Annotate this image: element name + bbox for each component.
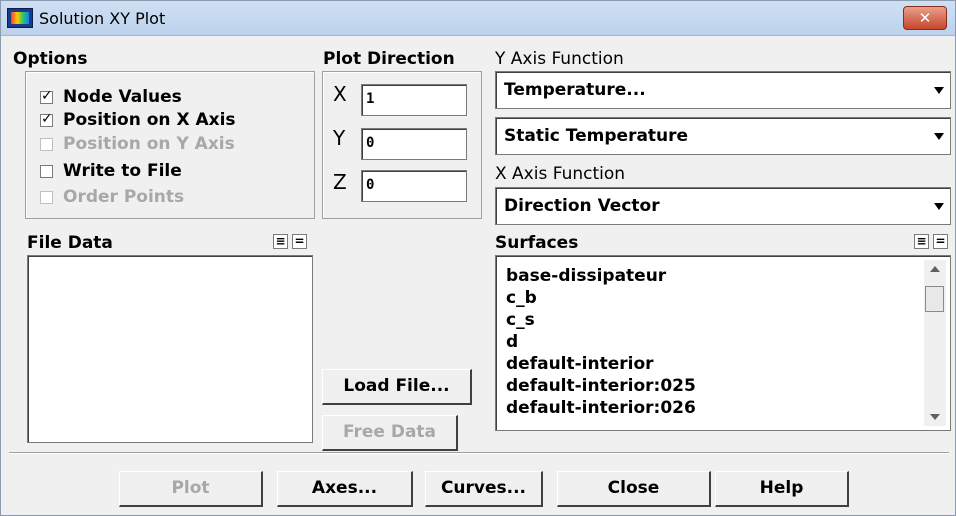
checkbox-label: Node Values xyxy=(63,87,182,107)
y-axis-category-select[interactable]: Temperature... xyxy=(495,71,951,109)
y-direction-input[interactable]: 0 xyxy=(361,128,467,160)
checkbox-label: Order Points xyxy=(63,187,185,207)
title-bar[interactable]: Solution XY Plot ✕ xyxy=(1,1,955,36)
plot-button: Plot xyxy=(119,471,263,507)
file-data-list[interactable] xyxy=(27,255,313,443)
plot-direction-group: X 1 Y 0 Z 0 xyxy=(322,71,482,219)
dropdown-arrow-icon[interactable] xyxy=(934,87,944,94)
write-to-file-checkbox[interactable]: Write to File xyxy=(40,160,182,182)
checkbox-label: Position on Y Axis xyxy=(63,134,235,154)
surfaces-list[interactable]: base-dissipateur c_b c_s d default-inter… xyxy=(495,255,951,431)
position-on-x-axis-checkbox[interactable]: Position on X Axis xyxy=(40,109,236,131)
y-axis-function-label: Y Axis Function xyxy=(495,49,624,69)
axes-button[interactable]: Axes... xyxy=(277,471,413,507)
close-button[interactable]: Close xyxy=(557,471,711,507)
dropdown-arrow-icon[interactable] xyxy=(934,203,944,210)
x-direction-input[interactable]: 1 xyxy=(361,84,467,116)
free-data-button: Free Data xyxy=(322,415,458,451)
node-values-checkbox[interactable]: Node Values xyxy=(40,86,182,108)
close-window-icon[interactable]: ✕ xyxy=(903,6,947,30)
select-all-icon[interactable]: ≡ xyxy=(914,234,929,249)
help-button[interactable]: Help xyxy=(715,471,849,507)
options-label: Options xyxy=(13,49,88,69)
dropdown-arrow-icon[interactable] xyxy=(934,133,944,140)
fluent-app-icon xyxy=(7,8,33,28)
checkbox-label: Write to File xyxy=(63,161,182,181)
surfaces-scrollbar[interactable] xyxy=(924,260,946,426)
checkbox-box[interactable] xyxy=(40,111,53,127)
order-points-checkbox: Order Points xyxy=(40,186,184,208)
list-item[interactable]: c_s xyxy=(506,310,535,330)
curves-button[interactable]: Curves... xyxy=(425,471,543,507)
list-item[interactable]: base-dissipateur xyxy=(506,266,666,286)
selected-value: Direction Vector xyxy=(504,196,660,216)
deselect-all-icon[interactable]: = xyxy=(933,234,948,249)
deselect-all-icon[interactable]: = xyxy=(292,234,307,249)
list-item[interactable]: c_b xyxy=(506,288,537,308)
dialog-window: Solution XY Plot ✕ Options Node Values P… xyxy=(0,0,956,516)
separator xyxy=(9,452,949,454)
window-title: Solution XY Plot xyxy=(39,9,166,28)
x-direction-label: X xyxy=(333,82,347,106)
scroll-thumb[interactable] xyxy=(925,286,944,312)
checkbox-box[interactable] xyxy=(40,164,53,178)
select-all-icon[interactable]: ≡ xyxy=(273,234,288,249)
y-axis-quantity-select[interactable]: Static Temperature xyxy=(495,117,951,155)
scroll-up-arrow-icon[interactable] xyxy=(930,266,940,272)
checkbox-box xyxy=(40,190,53,204)
z-direction-input[interactable]: 0 xyxy=(361,170,467,202)
list-item[interactable]: default-interior:025 xyxy=(506,376,696,396)
selected-value: Static Temperature xyxy=(504,126,689,146)
scroll-down-arrow-icon[interactable] xyxy=(930,414,940,420)
list-item[interactable]: default-interior xyxy=(506,354,654,374)
file-data-label: File Data xyxy=(27,233,113,253)
checkbox-box xyxy=(40,137,53,151)
checkbox-box[interactable] xyxy=(40,88,53,104)
plot-direction-label: Plot Direction xyxy=(323,49,455,69)
load-file-button[interactable]: Load File... xyxy=(322,369,472,405)
list-item[interactable]: default-interior:026 xyxy=(506,398,696,418)
surfaces-label: Surfaces xyxy=(495,233,579,253)
checkbox-label: Position on X Axis xyxy=(63,110,236,130)
x-axis-function-label: X Axis Function xyxy=(495,164,626,184)
position-on-y-axis-checkbox: Position on Y Axis xyxy=(40,133,235,155)
selected-value: Temperature... xyxy=(504,80,646,100)
list-item[interactable]: d xyxy=(506,332,518,352)
y-direction-label: Y xyxy=(333,126,346,150)
x-axis-function-select[interactable]: Direction Vector xyxy=(495,187,951,225)
z-direction-label: Z xyxy=(333,170,347,194)
options-group: Node Values Position on X Axis Position … xyxy=(25,71,315,219)
